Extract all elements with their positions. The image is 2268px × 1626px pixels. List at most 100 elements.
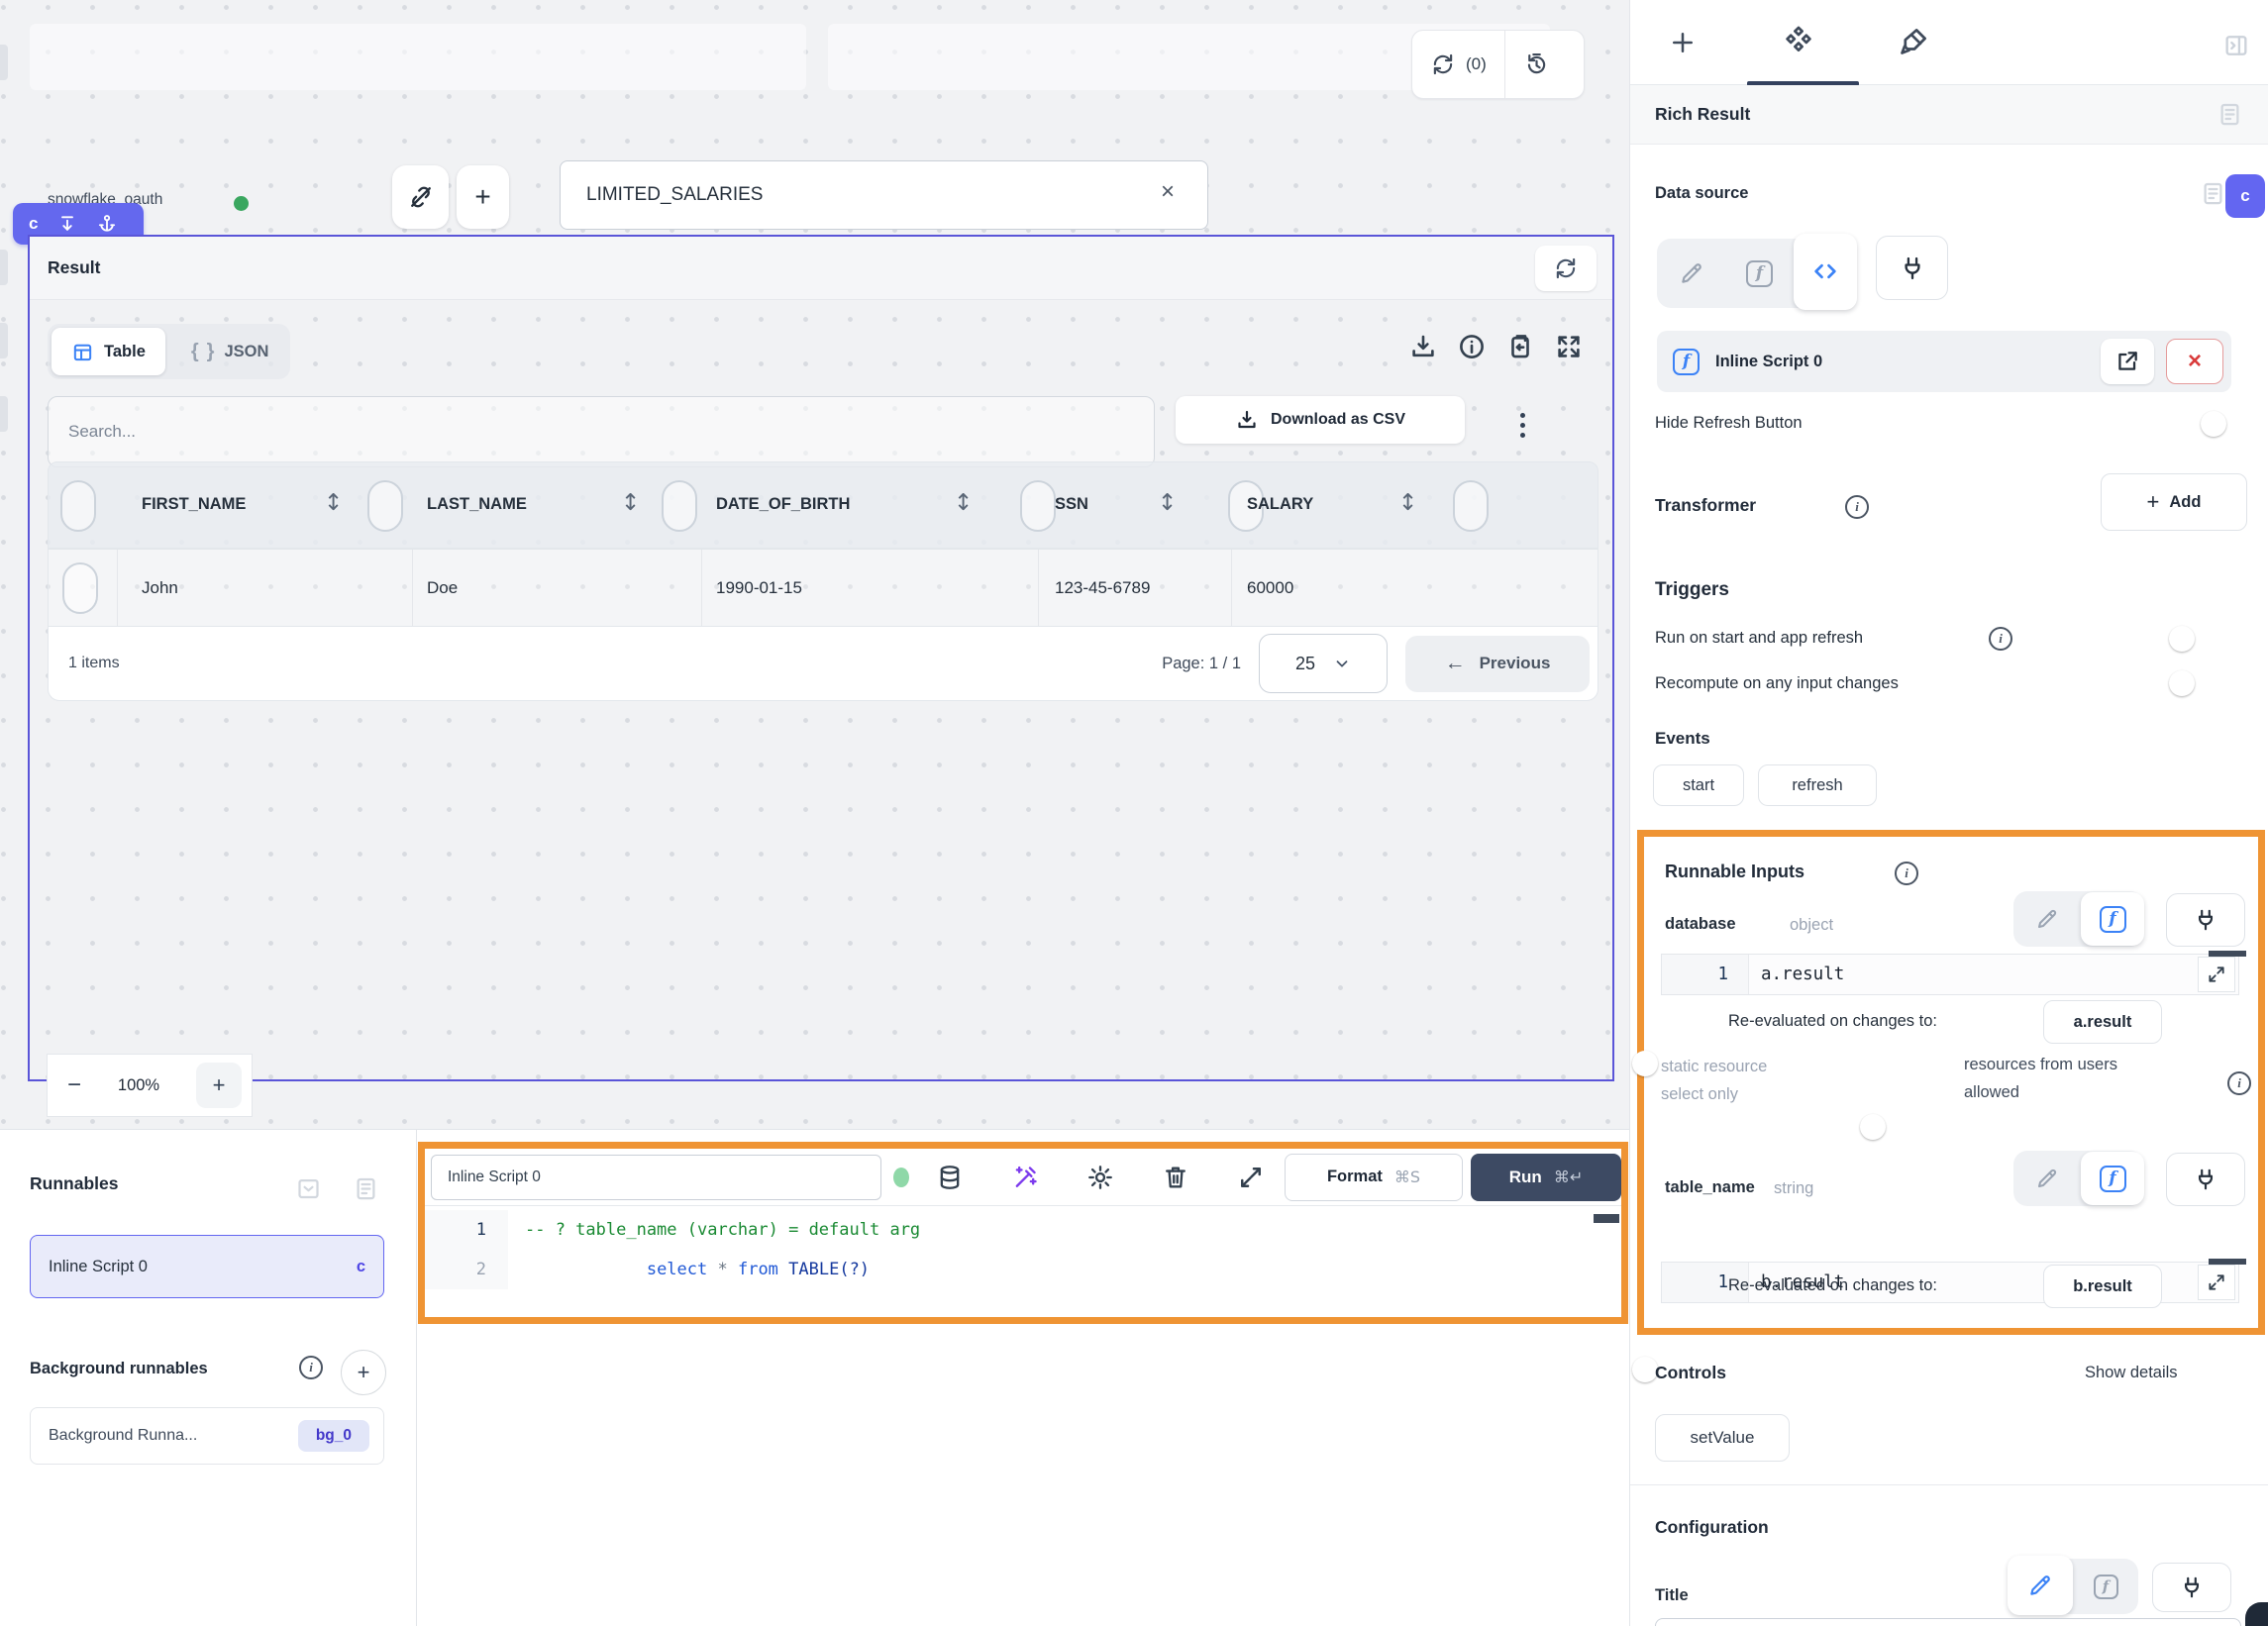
- fullscreen-icon[interactable]: [1554, 332, 1584, 361]
- rich-result-component[interactable]: Result: [28, 235, 1614, 1081]
- sort-icon[interactable]: ↕: [324, 490, 343, 516]
- table-search-input[interactable]: [48, 396, 1155, 467]
- script-name-input[interactable]: [431, 1155, 881, 1200]
- previous-page-button[interactable]: ← Previous: [1405, 636, 1590, 692]
- data-source-script-row[interactable]: f Inline Script 0 ×: [1657, 331, 2231, 392]
- remove-script-button[interactable]: ×: [2166, 339, 2223, 384]
- info-icon[interactable]: i: [1989, 627, 2012, 651]
- sort-icon[interactable]: ↕: [954, 490, 973, 516]
- column-header[interactable]: FIRST_NAME: [142, 495, 246, 514]
- expand-editor-icon[interactable]: [1236, 1163, 1266, 1192]
- info-icon[interactable]: [1457, 332, 1487, 361]
- tab-insert-component[interactable]: [1668, 28, 1698, 57]
- column-toggle[interactable]: [1453, 480, 1489, 532]
- tab-json[interactable]: { } JSON: [173, 328, 287, 375]
- result-refresh-button[interactable]: [1535, 246, 1597, 291]
- disconnect-button[interactable]: [392, 165, 449, 229]
- move-down-icon[interactable]: [57, 214, 77, 234]
- add-transformer-button[interactable]: + Add: [2101, 473, 2247, 531]
- code-editor[interactable]: 1 -- ? table_name (varchar) = default ar…: [425, 1206, 1621, 1289]
- app-canvas[interactable]: (0) snowflake_oauth c: [0, 0, 1629, 1129]
- pencil-icon[interactable]: [2013, 1167, 2081, 1190]
- expand-expr-icon[interactable]: [2198, 1265, 2235, 1300]
- function-icon[interactable]: f: [1725, 260, 1794, 287]
- show-details-link[interactable]: Show details: [2085, 1364, 2178, 1382]
- zoom-out-button[interactable]: −: [67, 1071, 81, 1099]
- sort-icon[interactable]: ↕: [621, 490, 640, 516]
- format-button[interactable]: Format ⌘S: [1285, 1154, 1463, 1201]
- column-header[interactable]: SSN: [1055, 495, 1088, 514]
- clear-input-icon[interactable]: ×: [1161, 180, 1175, 204]
- run-button[interactable]: Run ⌘↵: [1471, 1154, 1621, 1201]
- info-icon[interactable]: i: [299, 1356, 323, 1379]
- title-input-partial[interactable]: [1655, 1618, 2241, 1626]
- editor-scrollbar-thumb[interactable]: [1594, 1214, 1619, 1223]
- open-script-button[interactable]: [2101, 339, 2154, 384]
- anchor-icon[interactable]: [97, 214, 117, 234]
- table-row[interactable]: John Doe 1990-01-15 123-45-6789 60000: [48, 549, 1598, 626]
- doc-icon[interactable]: [2216, 101, 2243, 128]
- zoom-in-button[interactable]: +: [196, 1063, 242, 1108]
- tab-table[interactable]: Table: [52, 328, 165, 375]
- connect-plug-button[interactable]: [2152, 1563, 2231, 1612]
- canvas-block-left[interactable]: [30, 24, 806, 90]
- database-expr-editor[interactable]: 1 a.result: [1661, 954, 2239, 995]
- database-icon[interactable]: [935, 1163, 965, 1192]
- sort-icon[interactable]: ↕: [1158, 490, 1177, 516]
- doc-list-icon[interactable]: [353, 1175, 379, 1202]
- panel-divider[interactable]: [416, 1130, 417, 1626]
- column-header[interactable]: LAST_NAME: [427, 495, 527, 514]
- event-chip-start[interactable]: start: [1653, 764, 1744, 806]
- pencil-icon[interactable]: [2013, 907, 2081, 931]
- function-icon[interactable]: f: [2073, 1575, 2138, 1599]
- sort-icon[interactable]: ↕: [1398, 490, 1417, 516]
- function-mode-icon[interactable]: f: [2081, 892, 2144, 946]
- pencil-icon[interactable]: [1657, 260, 1725, 286]
- history-button[interactable]: [1505, 31, 1567, 98]
- background-runnable-item[interactable]: Background Runna... bg_0: [30, 1407, 384, 1465]
- column-header[interactable]: SALARY: [1247, 495, 1313, 514]
- control-chip-setvalue[interactable]: setValue: [1655, 1414, 1790, 1462]
- reeval-target-chip[interactable]: b.result: [2043, 1265, 2162, 1308]
- add-background-runnable-button[interactable]: +: [341, 1350, 386, 1395]
- gear-icon[interactable]: [1085, 1163, 1115, 1192]
- reeval-target-chip[interactable]: a.result: [2043, 1000, 2162, 1044]
- column-toggle[interactable]: [1020, 480, 1056, 532]
- column-toggle[interactable]: [367, 480, 403, 532]
- expand-expr-icon[interactable]: [2198, 957, 2235, 992]
- collapse-panel-icon[interactable]: [2222, 32, 2250, 59]
- table-name-input[interactable]: [560, 160, 1208, 230]
- info-icon[interactable]: i: [1845, 495, 1869, 519]
- refresh-all-button[interactable]: (0): [1412, 31, 1504, 98]
- function-mode-icon[interactable]: f: [2081, 1152, 2144, 1205]
- table-cell: Doe: [427, 578, 458, 598]
- row-checkbox[interactable]: [62, 562, 98, 614]
- trash-icon[interactable]: [1161, 1163, 1190, 1192]
- pencil-mode-icon[interactable]: [2008, 1556, 2073, 1615]
- ai-wand-icon[interactable]: [1010, 1163, 1040, 1192]
- connect-plug-button[interactable]: [2166, 1153, 2245, 1206]
- column-header[interactable]: DATE_OF_BIRTH: [716, 495, 850, 514]
- code-token: from: [738, 1260, 778, 1279]
- table-menu-button[interactable]: [1520, 413, 1525, 438]
- select-all-checkbox[interactable]: [60, 480, 96, 532]
- connect-plug-button[interactable]: [1876, 236, 1948, 300]
- dock-panel-icon[interactable]: [295, 1175, 322, 1202]
- code-mode-icon[interactable]: [1794, 234, 1857, 310]
- tab-component-settings[interactable]: [1781, 24, 1816, 59]
- connect-plug-button[interactable]: [2166, 893, 2245, 947]
- info-icon[interactable]: i: [1895, 862, 1918, 885]
- event-chip-refresh[interactable]: refresh: [1758, 764, 1877, 806]
- runnable-item-inline-script-0[interactable]: Inline Script 0 c: [30, 1235, 384, 1298]
- runnable-inputs-title: Runnable Inputs: [1665, 862, 1804, 882]
- download-csv-button[interactable]: Download as CSV: [1176, 396, 1465, 444]
- column-toggle[interactable]: [662, 480, 697, 532]
- download-icon[interactable]: [1408, 332, 1438, 361]
- doc-icon[interactable]: [2200, 180, 2226, 207]
- add-input-button[interactable]: +: [457, 165, 509, 229]
- clipboard-copy-icon[interactable]: [1505, 332, 1535, 361]
- page-size-select[interactable]: 25: [1259, 634, 1388, 693]
- reeval-label: Re-evaluated on changes to:: [1728, 1012, 1937, 1031]
- tab-styling[interactable]: [1898, 24, 1931, 57]
- info-icon[interactable]: i: [2227, 1071, 2251, 1095]
